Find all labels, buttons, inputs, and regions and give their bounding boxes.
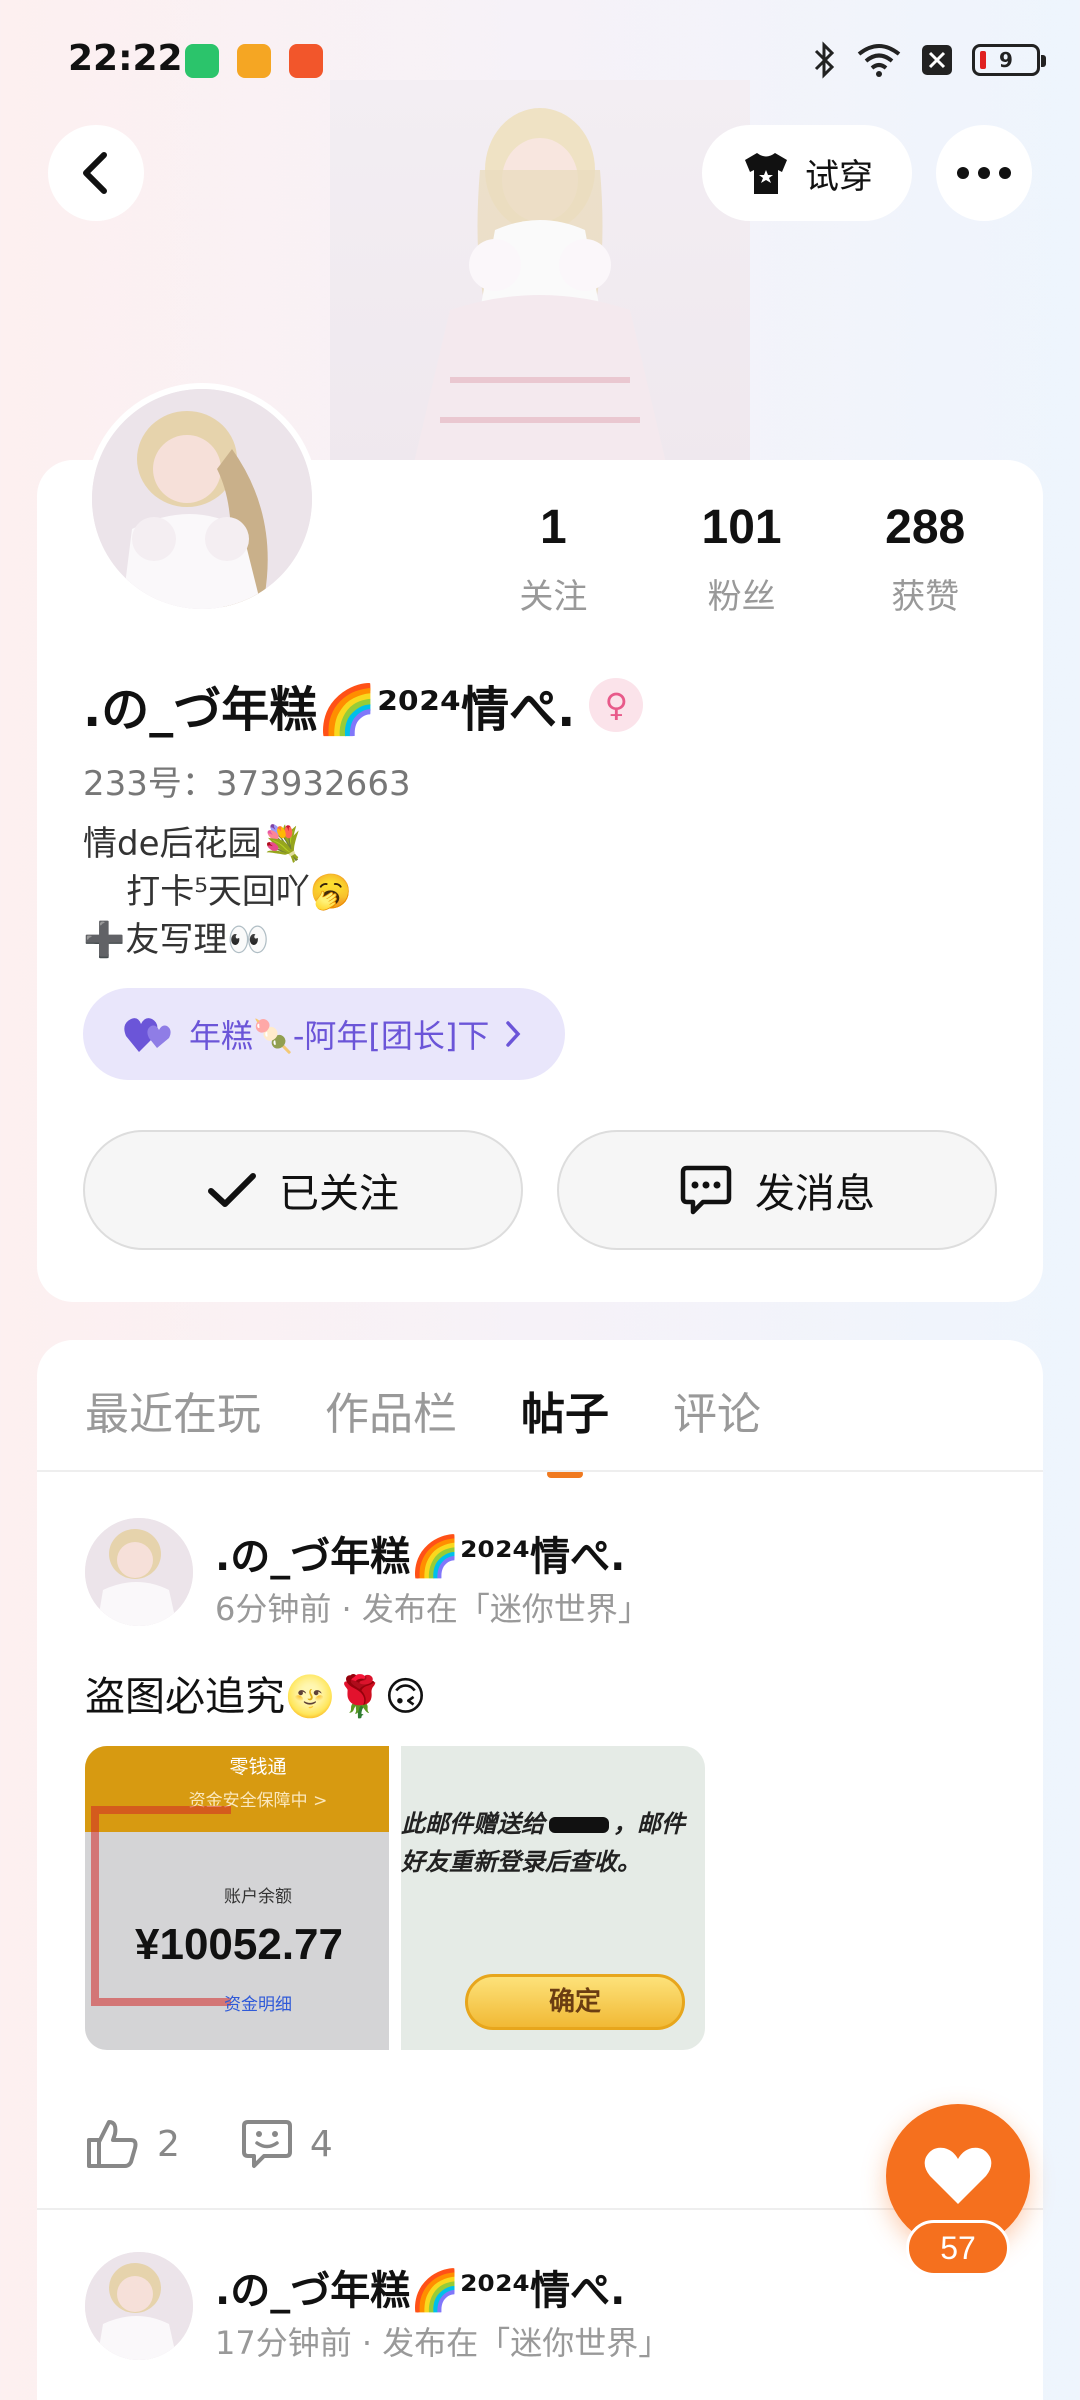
stat-likes[interactable]: 288 获赞 [833,500,1017,618]
post-meta: 17分钟前 · 发布在「迷你世界」 [215,2324,671,2362]
status-time: 22:22 [68,38,183,79]
profile-stats: 1 关注 101 粉丝 288 获赞 [457,500,1017,618]
tab-comments[interactable]: 评论 [673,1378,761,1442]
profile-name-row: .の_づ年糕🌈²⁰²⁴情ぺ. ♀ [83,670,644,740]
mail-text-2: 好友重新登录后查收。 [401,1848,641,1876]
chat-bubble-icon [680,1165,732,1215]
chevron-left-icon [83,152,107,194]
chevron-right-icon [506,1021,521,1047]
profile-name: .の_づ年糕🌈²⁰²⁴情ぺ. [83,682,576,738]
comment-action[interactable]: 4 [240,2118,333,2170]
back-button[interactable] [48,125,144,221]
confirm-button-in-image: 确定 [465,1974,685,2030]
status-bar: 22:22 9 [0,0,1080,120]
mail-text-1b: ，邮件 [613,1810,685,1838]
check-icon [208,1173,256,1207]
stat-label: 粉丝 [707,577,776,617]
tshirt-icon [745,153,787,194]
stat-following[interactable]: 1 关注 [457,500,650,618]
app-notification-icon [185,44,219,78]
app-notification-icon [289,44,323,78]
comment-count: 4 [309,2123,333,2165]
wallet-detail: 资金明细 [224,1995,292,2015]
post-author-name[interactable]: .の_づ年糕🌈²⁰²⁴情ぺ. [215,2258,625,2316]
redaction-mark [549,1817,609,1833]
female-gender-icon: ♀ [589,678,644,732]
character-showcase-image [330,80,750,470]
wifi-icon [857,44,901,77]
post-image-mail-screenshot[interactable]: 此邮件赠送给 ，邮件 好友重新登录后查收。 确定 [401,1746,705,2050]
tab-works[interactable]: 作品栏 [325,1378,457,1442]
like-action[interactable]: 2 [85,2118,180,2170]
battery-icon: 9 [972,44,1046,76]
post-meta: 6分钟前 · 发布在「迷你世界」 [215,1590,650,1628]
thumbs-up-icon [87,2120,138,2168]
mail-text-1: 此邮件赠送给 [401,1810,545,1838]
post-author-avatar[interactable] [85,2252,193,2360]
wallet-header: 零钱通 [229,1756,287,1778]
post-item[interactable]: .の_づ年糕🌈²⁰²⁴情ぺ. 6分钟前 · 发布在「迷你世界」 盗图必追究🌝🌹🙃… [85,1518,995,2218]
floating-like-count: 57 [906,2220,1010,2276]
followed-button[interactable]: 已关注 [83,1130,523,1250]
followed-label: 已关注 [279,1171,399,1217]
like-count: 2 [157,2123,180,2165]
divider [37,1470,1043,1472]
heart-icon [924,2147,992,2204]
stat-followers[interactable]: 101 粉丝 [650,500,834,618]
tab-posts[interactable]: 帖子 [521,1378,609,1478]
battery-level: 9 [999,48,1013,72]
group-name: 年糕🍡-阿年[团长]下 [189,1017,490,1055]
profile-tabs: 最近在玩 作品栏 帖子 评论 [85,1378,761,1478]
double-heart-icon [124,1018,171,1052]
more-dots-icon [957,167,1011,179]
app-notification-icon [237,44,271,78]
stat-value: 288 [885,501,966,554]
stat-value: 1 [540,501,567,554]
comment-icon [241,2120,292,2168]
post-author-avatar[interactable] [85,1518,193,1626]
wallet-balance: ¥10052.77 [135,1920,343,1969]
bluetooth-icon [814,41,835,79]
profile-actions: 已关注 发消息 [83,1130,997,1250]
user-id[interactable]: 233号：373932663 [83,756,411,805]
sim-off-icon [922,45,952,75]
wallet-balance-label: 账户余额 [224,1887,292,1907]
post-image-wallet-screenshot[interactable]: 零钱通 资金安全保障中 > 账户余额 ¥10052.77 资金明细 [85,1746,389,2050]
post-item[interactable]: .の_づ年糕🌈²⁰²⁴情ぺ. 17分钟前 · 发布在「迷你世界」 [85,2252,995,2400]
try-on-button[interactable]: 试穿 [702,125,912,221]
post-text: 盗图必追究🌝🌹🙃 [85,1674,427,1720]
profile-bio: 情de后花园💐 打卡⁵天回吖🥱 ➕友写理👀 [83,824,353,960]
more-button[interactable] [936,125,1032,221]
stat-value: 101 [701,501,782,554]
tab-recent-play[interactable]: 最近在玩 [85,1378,261,1442]
stat-label: 关注 [519,577,588,617]
send-message-label: 发消息 [755,1171,875,1217]
posts-card: 最近在玩 作品栏 帖子 评论 .の_づ年糕🌈²⁰²⁴情ぺ. 6分钟前 · 发布在… [37,1340,1043,2400]
try-on-label: 试穿 [805,156,873,197]
post-author-name[interactable]: .の_づ年糕🌈²⁰²⁴情ぺ. [215,1524,625,1582]
send-message-button[interactable]: 发消息 [557,1130,997,1250]
avatar[interactable] [86,383,318,615]
post-actions: 2 4 [85,2118,333,2170]
stat-label: 获赞 [891,577,960,617]
divider [37,2208,1043,2210]
group-chip[interactable]: 年糕🍡-阿年[团长]下 [83,988,566,1080]
